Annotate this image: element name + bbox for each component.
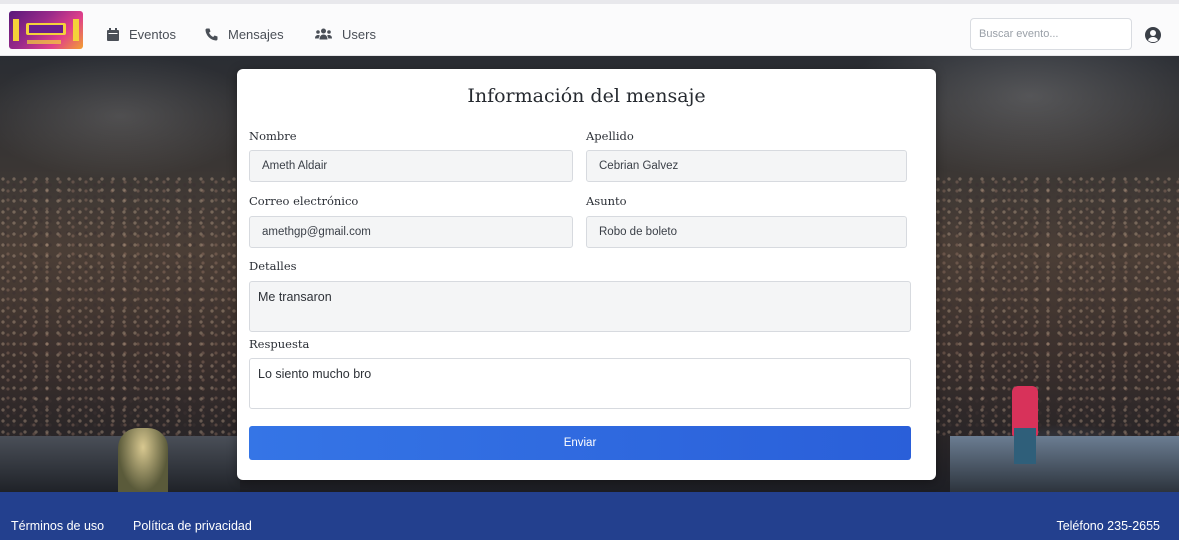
respuesta-textarea[interactable]: Lo siento mucho bro [249, 358, 911, 409]
nombre-label: Nombre [249, 129, 297, 143]
nav-item-label: Users [342, 26, 376, 42]
correo-label: Correo electrónico [249, 194, 359, 208]
phone-icon [205, 28, 218, 41]
detalles-textarea[interactable]: Me transaron [249, 281, 911, 332]
apellido-field[interactable] [586, 150, 907, 182]
brand-logo[interactable] [9, 11, 83, 49]
performer-legs [1014, 428, 1036, 464]
apellido-label: Apellido [586, 129, 634, 143]
message-info-card: Información del mensaje Nombre Apellido … [237, 69, 936, 480]
page-title: Información del mensaje [467, 85, 706, 107]
nav-item-mensajes[interactable]: Mensajes [205, 24, 284, 44]
asunto-field[interactable] [586, 216, 907, 248]
nav-item-label: Eventos [129, 26, 176, 42]
enviar-button[interactable]: Enviar [249, 426, 911, 460]
email-field[interactable] [249, 216, 573, 248]
phone-number: Teléfono 235-2655 [1056, 519, 1160, 533]
detalles-label: Detalles [249, 259, 297, 273]
users-icon [315, 28, 332, 40]
navbar: Eventos Mensajes Users [0, 4, 1179, 56]
search-input[interactable] [970, 18, 1132, 50]
nav-item-label: Mensajes [228, 26, 284, 42]
nombre-field[interactable] [249, 150, 573, 182]
calendar-icon [107, 27, 119, 41]
user-circle-icon[interactable] [1145, 27, 1161, 43]
footer: Términos de uso Política de privacidad T… [0, 492, 1179, 540]
guitarist-figure [118, 428, 168, 492]
nav-item-users[interactable]: Users [315, 24, 376, 44]
nav-item-eventos[interactable]: Eventos [107, 24, 176, 44]
respuesta-label: Respuesta [249, 337, 310, 351]
terms-link[interactable]: Términos de uso [11, 519, 104, 533]
stage-right [950, 436, 1179, 492]
asunto-label: Asunto [586, 194, 627, 208]
privacy-link[interactable]: Política de privacidad [133, 519, 252, 533]
